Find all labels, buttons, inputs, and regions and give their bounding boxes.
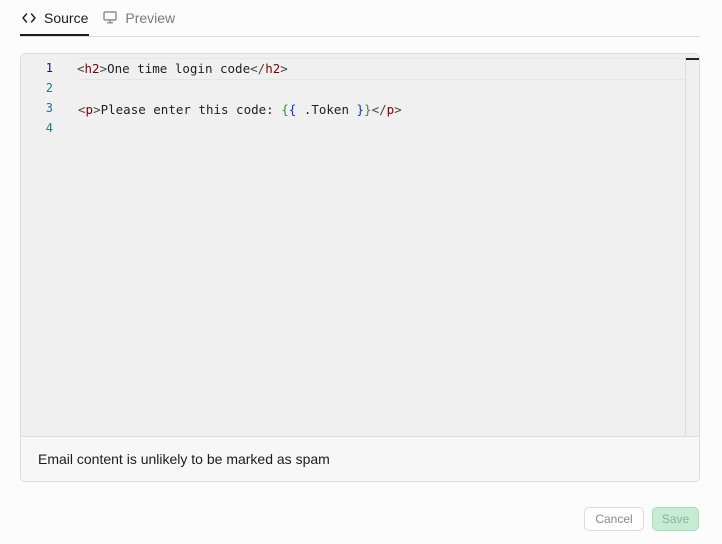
- tab-source[interactable]: Source: [20, 1, 90, 36]
- code-editor[interactable]: 1 2 3 4 <h2>One time login code</h2> <p>…: [21, 54, 699, 437]
- tab-preview[interactable]: Preview: [101, 1, 176, 36]
- editor-panel: 1 2 3 4 <h2>One time login code</h2> <p>…: [20, 53, 700, 482]
- line-number: 1: [45, 61, 53, 75]
- line-number: 4: [45, 121, 53, 135]
- code-line[interactable]: [78, 80, 685, 100]
- code-content[interactable]: <h2>One time login code</h2> <p>Please e…: [77, 58, 685, 140]
- code-line[interactable]: [78, 120, 685, 140]
- line-number-gutter: 1 2 3 4: [21, 58, 61, 138]
- line-number: 2: [45, 81, 53, 95]
- tab-source-label: Source: [44, 9, 89, 26]
- tab-preview-label: Preview: [125, 9, 176, 26]
- editor-scrollbar[interactable]: [685, 54, 699, 436]
- tab-bar: Source Preview: [20, 0, 700, 37]
- email-template-editor: Source Preview 1 2 3 4 <h2>One time logi…: [0, 0, 722, 544]
- line-number: 3: [45, 101, 53, 115]
- scrollbar-thumb[interactable]: [686, 58, 699, 60]
- code-icon: [21, 10, 37, 26]
- code-line[interactable]: <h2>One time login code</h2>: [77, 58, 685, 80]
- code-line[interactable]: <p>Please enter this code: {{ .Token }}<…: [78, 100, 685, 120]
- save-button[interactable]: Save: [652, 507, 699, 531]
- monitor-icon: [102, 10, 118, 26]
- spam-status-text: Email content is unlikely to be marked a…: [38, 451, 330, 467]
- cancel-button[interactable]: Cancel: [584, 507, 644, 531]
